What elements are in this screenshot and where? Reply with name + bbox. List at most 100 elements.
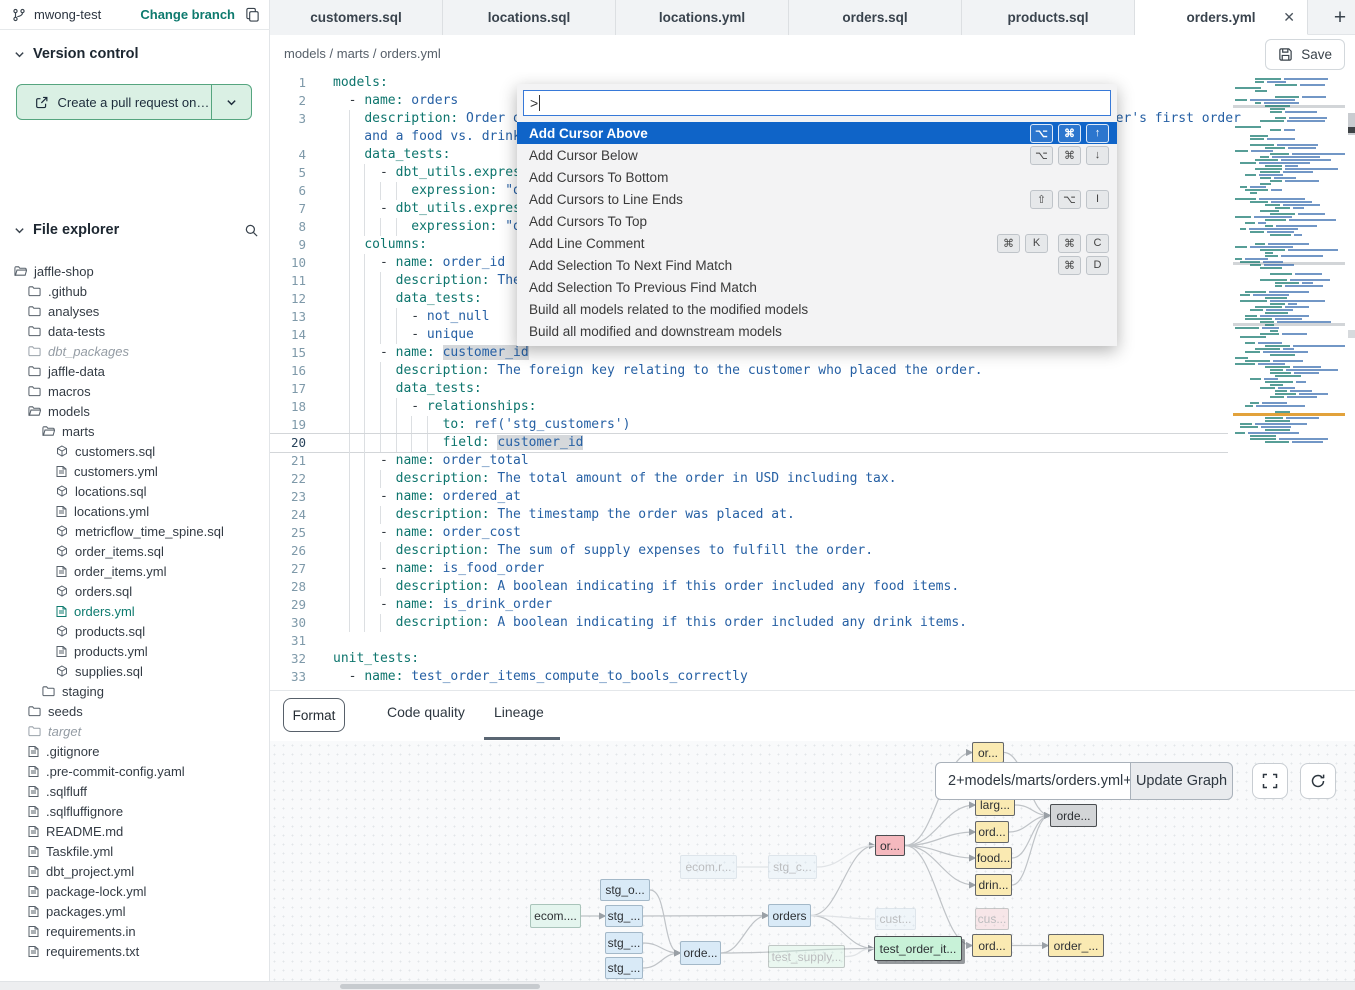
code-token: - bbox=[333, 201, 396, 216]
search-icon[interactable] bbox=[244, 223, 259, 238]
update-graph-button[interactable]: Update Graph bbox=[1130, 762, 1233, 800]
tree-item-models[interactable]: models bbox=[0, 401, 270, 421]
tree-item-readme-md[interactable]: README.md bbox=[0, 821, 270, 841]
tab-label: orders.yml bbox=[1186, 10, 1255, 25]
tree-item-orders-sql[interactable]: orders.sql bbox=[0, 581, 270, 601]
lineage-canvas[interactable]: or...larg...ord...food...drin...orde...o… bbox=[270, 741, 1355, 981]
lineage-node-stg-[interactable]: stg_... bbox=[605, 905, 643, 927]
lineage-node-stg-[interactable]: stg_... bbox=[605, 957, 643, 979]
tab-locations-yml[interactable]: locations.yml bbox=[616, 0, 789, 35]
tree-item-orders-yml[interactable]: orders.yml bbox=[0, 601, 270, 621]
tree-item-order-items-yml[interactable]: order_items.yml bbox=[0, 561, 270, 581]
command-item-add-line-comment[interactable]: Add Line Comment⌘K⌘C bbox=[517, 232, 1117, 254]
minimap-line bbox=[1265, 312, 1288, 314]
tree-item-requirements-in[interactable]: requirements.in bbox=[0, 921, 270, 941]
command-item-add-selection-to-next-find-match[interactable]: Add Selection To Next Find Match⌘D bbox=[517, 254, 1117, 276]
tab-code-quality[interactable]: Code quality bbox=[387, 704, 465, 720]
create-pull-request-main[interactable]: Create a pull request on Git... bbox=[17, 95, 211, 110]
lineage-node-orde-[interactable]: orde... bbox=[1050, 804, 1097, 827]
tab-products-sql[interactable]: products.sql bbox=[962, 0, 1135, 35]
command-item-add-cursor-below[interactable]: Add Cursor Below⌥⌘↓ bbox=[517, 144, 1117, 166]
tree-item-taskfile-yml[interactable]: Taskfile.yml bbox=[0, 841, 270, 861]
tree-item-dbt-packages[interactable]: dbt_packages bbox=[0, 341, 270, 361]
command-item-add-cursors-to-top[interactable]: Add Cursors To Top bbox=[517, 210, 1117, 232]
tree-item-seeds[interactable]: seeds bbox=[0, 701, 270, 721]
tree-item-staging[interactable]: staging bbox=[0, 681, 270, 701]
lineage-node-or-[interactable]: or... bbox=[972, 742, 1004, 763]
tree-item--github[interactable]: .github bbox=[0, 281, 270, 301]
tab-orders-yml[interactable]: orders.yml ✕ bbox=[1135, 0, 1308, 35]
tree-item-marts[interactable]: marts bbox=[0, 421, 270, 441]
command-item-build-all-models-related-to-the-modified-models[interactable]: Build all models related to the modified… bbox=[517, 298, 1117, 320]
command-palette-input[interactable]: > bbox=[523, 90, 1111, 116]
tree-item-jaffle-shop[interactable]: jaffle-shop bbox=[0, 261, 270, 281]
command-item-build-all-modified-and-downstream-models[interactable]: Build all modified and downstream models bbox=[517, 320, 1117, 342]
lineage-node-test-supply-[interactable]: test_supply... bbox=[768, 945, 845, 968]
change-branch-link[interactable]: Change branch bbox=[140, 7, 235, 22]
tree-item--gitignore[interactable]: .gitignore bbox=[0, 741, 270, 761]
lineage-node-stg-[interactable]: stg_... bbox=[605, 932, 643, 954]
command-item-add-cursors-to-bottom[interactable]: Add Cursors To Bottom bbox=[517, 166, 1117, 188]
file-explorer-header[interactable]: File explorer bbox=[14, 222, 259, 238]
tree-item-products-yml[interactable]: products.yml bbox=[0, 641, 270, 661]
new-tab-button[interactable]: + bbox=[1326, 4, 1354, 32]
tree-item-supplies-sql[interactable]: supplies.sql bbox=[0, 661, 270, 681]
lineage-node-cus-[interactable]: cus... bbox=[975, 908, 1009, 930]
lineage-filter-input[interactable] bbox=[935, 762, 1130, 800]
lineage-node-drin-[interactable]: drin... bbox=[975, 874, 1012, 896]
editor-scrollbar[interactable] bbox=[1348, 72, 1355, 690]
command-item-add-cursor-above[interactable]: Add Cursor Above⌥⌘↑ bbox=[517, 122, 1117, 144]
version-control-header[interactable]: Version control bbox=[14, 46, 255, 62]
create-pull-request-button[interactable]: Create a pull request on Git... bbox=[16, 84, 252, 120]
tree-item-products-sql[interactable]: products.sql bbox=[0, 621, 270, 641]
lineage-node-ecom-r-[interactable]: ecom.r... bbox=[680, 855, 737, 879]
refresh-button[interactable] bbox=[1300, 763, 1336, 799]
tree-item-customers-yml[interactable]: customers.yml bbox=[0, 461, 270, 481]
tab-locations-sql[interactable]: locations.sql bbox=[443, 0, 616, 35]
fullscreen-button[interactable] bbox=[1252, 763, 1288, 799]
tree-item-analyses[interactable]: analyses bbox=[0, 301, 270, 321]
tree-item-macros[interactable]: macros bbox=[0, 381, 270, 401]
tree-item-locations-sql[interactable]: locations.sql bbox=[0, 481, 270, 501]
tree-item-target[interactable]: target bbox=[0, 721, 270, 741]
tree-item-package-lock-yml[interactable]: package-lock.yml bbox=[0, 881, 270, 901]
tree-item--sqlfluffignore[interactable]: .sqlfluffignore bbox=[0, 801, 270, 821]
tree-item-jaffle-data[interactable]: jaffle-data bbox=[0, 361, 270, 381]
command-item-add-selection-to-previous-find-match[interactable]: Add Selection To Previous Find Match bbox=[517, 276, 1117, 298]
lineage-node-order-[interactable]: order_... bbox=[1048, 934, 1104, 957]
lineage-node-ecom-[interactable]: ecom.... bbox=[530, 904, 581, 928]
close-icon[interactable]: ✕ bbox=[1283, 9, 1295, 26]
line-number: 18 bbox=[270, 398, 306, 416]
lineage-node-ord-[interactable]: ord... bbox=[975, 821, 1009, 843]
tab-orders-sql[interactable]: orders.sql bbox=[789, 0, 962, 35]
lineage-node-stg-c-[interactable]: stg_c... bbox=[768, 855, 817, 879]
tree-item-order-items-sql[interactable]: order_items.sql bbox=[0, 541, 270, 561]
lineage-node-stg-o-[interactable]: stg_o... bbox=[600, 879, 650, 901]
tree-item--sqlfluff[interactable]: .sqlfluff bbox=[0, 781, 270, 801]
tree-item-customers-sql[interactable]: customers.sql bbox=[0, 441, 270, 461]
tree-item-metricflow-time-spine-sql[interactable]: metricflow_time_spine.sql bbox=[0, 521, 270, 541]
tab-customers-sql[interactable]: customers.sql bbox=[270, 0, 443, 35]
tab-lineage[interactable]: Lineage bbox=[494, 704, 544, 720]
lineage-node-orde-[interactable]: orde... bbox=[680, 941, 721, 965]
copy-icon[interactable] bbox=[245, 7, 260, 22]
lineage-node-ord-[interactable]: ord... bbox=[972, 934, 1012, 957]
editor-minimap[interactable] bbox=[1233, 76, 1345, 448]
pr-button-dropdown[interactable] bbox=[212, 85, 251, 119]
tree-item-locations-yml[interactable]: locations.yml bbox=[0, 501, 270, 521]
code-editor[interactable]: 1models:2 - name: orders3 description: O… bbox=[270, 72, 1355, 690]
lineage-node-or-[interactable]: or... bbox=[875, 835, 905, 856]
lineage-node-orders[interactable]: orders bbox=[768, 904, 811, 927]
tree-item--pre-commit-config-yaml[interactable]: .pre-commit-config.yaml bbox=[0, 761, 270, 781]
lineage-node-food-[interactable]: food... bbox=[975, 847, 1012, 869]
tree-item-packages-yml[interactable]: packages.yml bbox=[0, 901, 270, 921]
command-item-add-cursors-to-line-ends[interactable]: Add Cursors to Line Ends⇧⌥I bbox=[517, 188, 1117, 210]
lineage-node-test-order-it-[interactable]: test_order_it... bbox=[874, 936, 962, 961]
save-button[interactable]: Save bbox=[1265, 39, 1345, 70]
tree-item-data-tests[interactable]: data-tests bbox=[0, 321, 270, 341]
bottom-scrollbar-thumb[interactable] bbox=[340, 984, 540, 989]
tree-item-dbt-project-yml[interactable]: dbt_project.yml bbox=[0, 861, 270, 881]
tree-item-requirements-txt[interactable]: requirements.txt bbox=[0, 941, 270, 961]
lineage-node-cust-[interactable]: cust... bbox=[875, 908, 916, 930]
format-button[interactable]: Format bbox=[283, 698, 345, 732]
